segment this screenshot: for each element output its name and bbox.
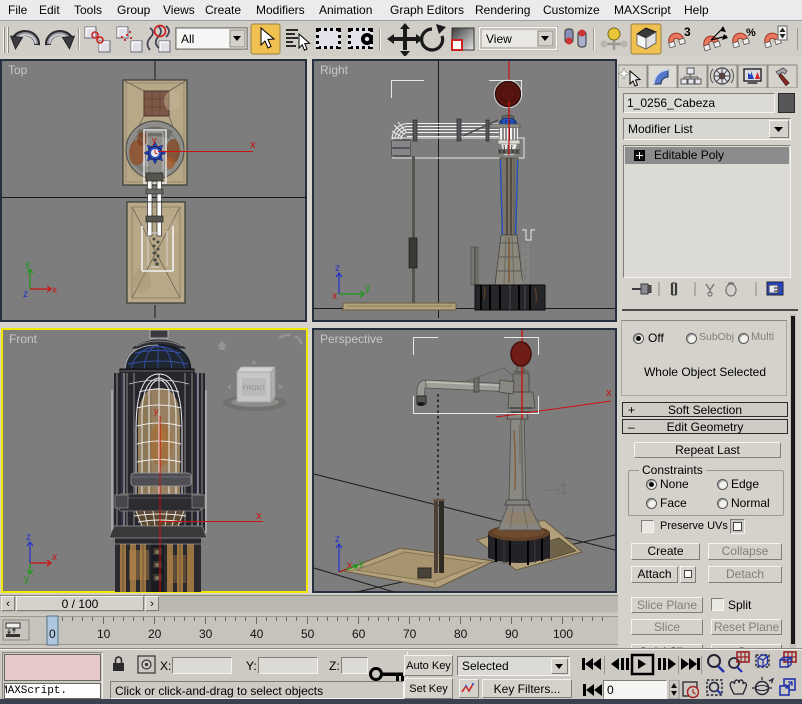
svg-text:10: 10	[97, 627, 111, 641]
svg-text:90: 90	[505, 627, 519, 641]
svg-text:x: x	[52, 552, 57, 563]
svg-text:y: y	[25, 259, 30, 270]
svg-text:All: All	[181, 32, 194, 46]
svg-text:x: x	[52, 285, 57, 296]
svg-text:View: View	[486, 32, 512, 46]
svg-text:80: 80	[454, 627, 468, 641]
svg-text:y: y	[24, 574, 29, 585]
svg-text:70: 70	[403, 627, 417, 641]
svg-text:z: z	[335, 534, 340, 545]
svg-text:0: 0	[49, 627, 56, 641]
svg-text:3: 3	[684, 25, 691, 39]
svg-text:x: x	[332, 291, 337, 302]
svg-text:y: y	[365, 283, 370, 294]
svg-text:30: 30	[199, 627, 213, 641]
svg-text:y: y	[152, 135, 157, 145]
svg-text:40: 40	[250, 627, 264, 641]
svg-text:x: x	[250, 139, 256, 151]
svg-text:100: 100	[553, 627, 573, 641]
svg-text:y: y	[359, 558, 364, 569]
svg-text:20: 20	[148, 627, 162, 641]
svg-text:z: z	[23, 289, 28, 300]
svg-text:x: x	[256, 510, 262, 522]
svg-text:z: z	[335, 263, 340, 274]
svg-text:x: x	[606, 387, 612, 399]
svg-text:50: 50	[301, 627, 315, 641]
svg-text:%: %	[746, 27, 756, 39]
svg-text:y: y	[154, 406, 159, 416]
svg-text:x: x	[347, 560, 352, 571]
svg-text:z: z	[26, 532, 31, 543]
svg-text:60: 60	[352, 627, 366, 641]
svg-text:FRONT: FRONT	[243, 385, 265, 392]
